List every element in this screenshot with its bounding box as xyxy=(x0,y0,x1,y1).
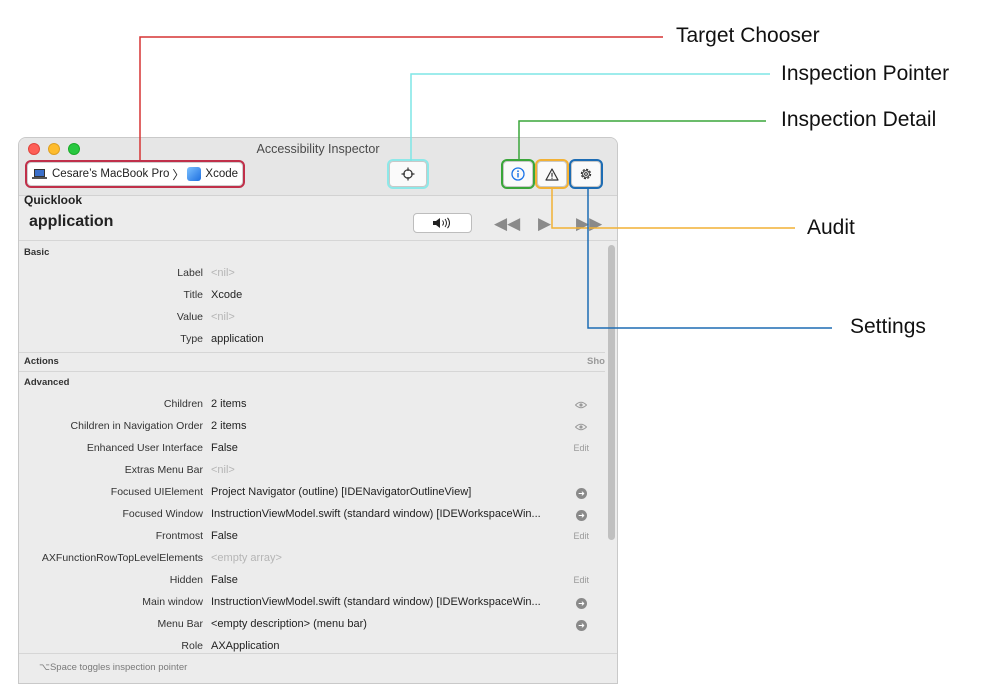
annotation-lines xyxy=(139,36,832,329)
inspection-detail-leader xyxy=(518,120,766,161)
callout-settings: Settings xyxy=(850,315,926,338)
callout-inspection-detail: Inspection Detail xyxy=(781,108,937,131)
callout-audit: Audit xyxy=(807,216,855,239)
inspection-pointer-leader xyxy=(410,73,770,161)
target-chooser-leader xyxy=(139,36,663,160)
settings-leader xyxy=(587,188,832,329)
callout-target-chooser: Target Chooser xyxy=(676,24,820,47)
callout-inspection-pointer: Inspection Pointer xyxy=(781,62,950,85)
